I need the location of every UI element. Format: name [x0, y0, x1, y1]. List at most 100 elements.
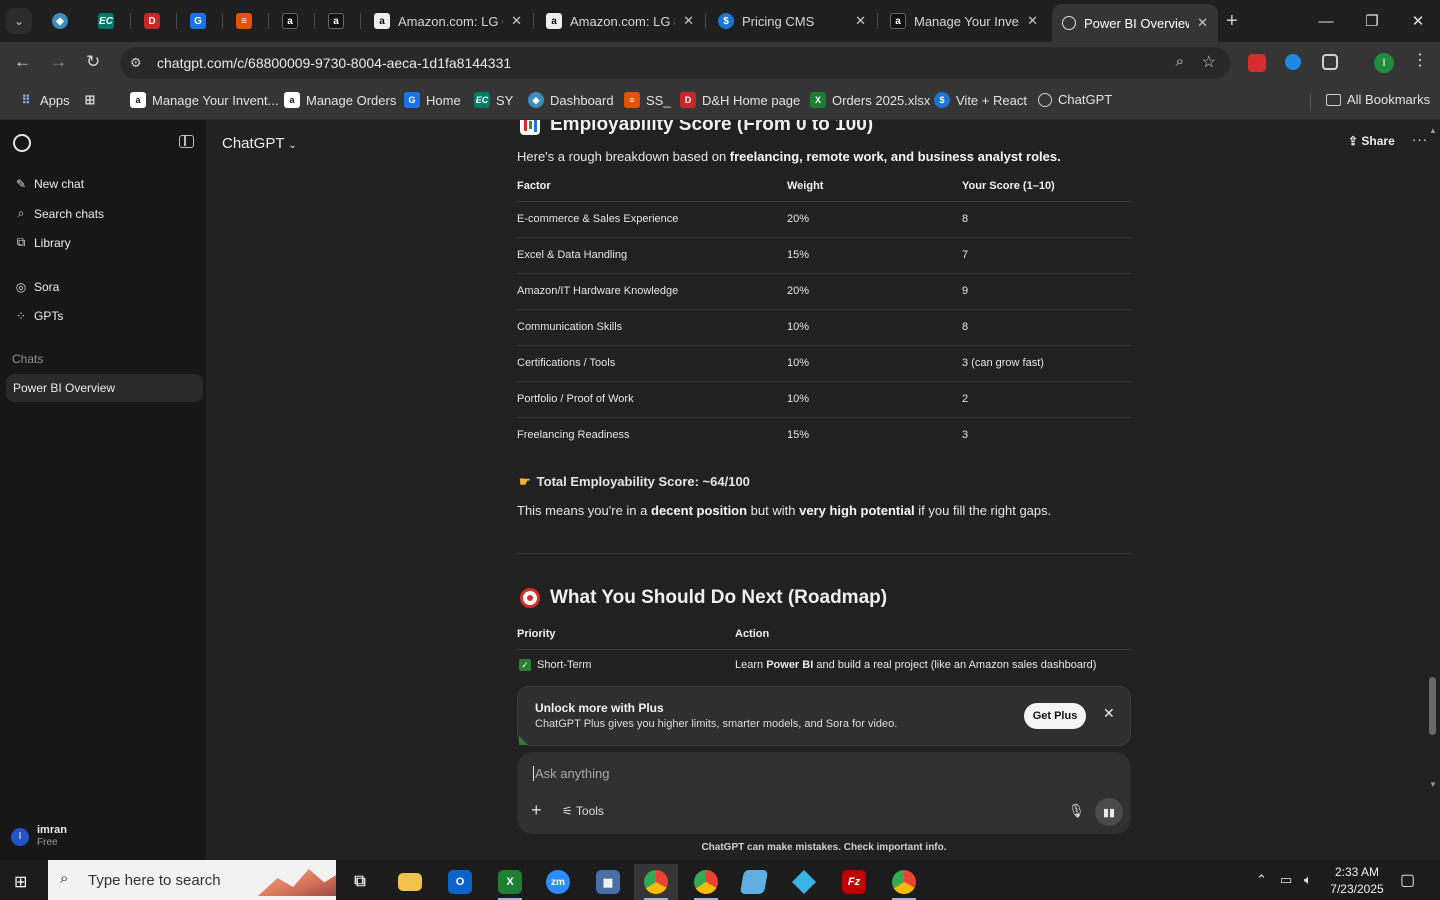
bookmark-apps[interactable]: ⠿ Apps [18, 92, 70, 108]
minimize-icon[interactable]: — [1306, 8, 1346, 34]
restore-icon[interactable]: ❐ [1352, 8, 1392, 34]
address-bar[interactable]: ⚙ chatgpt.com/c/68800009-9730-8004-aeca-… [120, 47, 1230, 79]
close-icon[interactable]: ✕ [1027, 13, 1038, 29]
chrome-icon[interactable] [634, 864, 678, 900]
pinned-tab[interactable]: G [186, 9, 210, 33]
browser-tab-active[interactable]: Power BI Overview ✕ [1052, 4, 1218, 42]
pinned-tab[interactable]: EC [94, 9, 118, 33]
bookmark-item[interactable]: a Manage Your Invent... [130, 92, 278, 108]
share-button[interactable]: ⇪ Share [1348, 134, 1395, 148]
scrollbar-thumb[interactable] [1429, 677, 1436, 735]
pinned-tab[interactable]: a [324, 9, 348, 33]
reload-icon[interactable]: ↻ [86, 52, 100, 72]
taskbar-search[interactable]: ⌕ Type here to search [48, 860, 336, 900]
menu-kebab-icon[interactable]: ⋮ [1412, 50, 1428, 69]
table-cell: 8 [962, 201, 1131, 238]
url-text[interactable]: chatgpt.com/c/68800009-9730-8004-aeca-1d… [157, 55, 511, 71]
browser-tab[interactable]: a Amazon.com: LG C ✕ [364, 6, 532, 36]
microphone-icon[interactable]: 🎙︎ [1068, 803, 1085, 819]
outlook-icon[interactable]: O [438, 864, 482, 900]
close-icon[interactable]: ✕ [511, 13, 522, 29]
get-plus-button[interactable]: Get Plus [1024, 703, 1086, 729]
column-header: Priority [517, 619, 735, 650]
filezilla-icon[interactable]: Fz [832, 864, 876, 900]
close-icon[interactable]: ✕ [1197, 15, 1208, 31]
sidebar-item-sora[interactable]: ◎ Sora [14, 280, 60, 294]
more-options-icon[interactable]: ··· [1412, 132, 1428, 147]
upgrade-banner: Unlock more with Plus ChatGPT Plus gives… [517, 686, 1131, 746]
bookmark-item[interactable]: a Manage Orders [284, 92, 396, 108]
pinned-tab[interactable]: ◆ [48, 9, 72, 33]
sidebar-toggle-icon[interactable] [179, 135, 194, 148]
chrome-profile-icon[interactable] [684, 864, 728, 900]
table-cell: 7 [962, 237, 1131, 274]
apps-grid-icon: ⠿ [21, 93, 31, 107]
new-tab-plus-icon[interactable]: + [1226, 10, 1238, 33]
network-icon[interactable]: ▭ [1280, 872, 1292, 888]
close-icon[interactable]: ✕ [1103, 705, 1115, 722]
bookmark-star-icon[interactable]: ☆ [1202, 52, 1216, 72]
bookmark-item[interactable]: D D&H Home page [680, 92, 800, 108]
volume-icon[interactable]: 🔈︎ [1304, 872, 1312, 888]
taskbar-clock[interactable]: 2:33 AM 7/23/2025 [1326, 864, 1388, 898]
vscode-icon[interactable] [782, 864, 826, 900]
text: This means you're in a [517, 503, 651, 518]
window-close-icon[interactable]: ✕ [1398, 8, 1438, 34]
browser-tab[interactable]: $ Pricing CMS ✕ [708, 6, 876, 36]
zoom-icon[interactable]: ⌕ [1176, 53, 1184, 70]
roadmap-table: Priority Action ✓ Short-Term Learn Power … [517, 619, 1131, 681]
all-bookmarks[interactable]: All Bookmarks [1326, 92, 1430, 107]
windows-start-icon[interactable]: ⊞ [14, 872, 27, 892]
task-view-icon[interactable]: ⧉ [338, 864, 382, 900]
prompt-input[interactable]: Ask anything [533, 766, 609, 781]
voice-mode-icon[interactable]: ▮▮ [1095, 798, 1123, 826]
bookmark-tab-groups[interactable]: ⊞ [82, 92, 104, 108]
gpts-icon: ⁘ [15, 309, 27, 323]
extension-blue-icon[interactable] [1285, 54, 1301, 70]
extension-red-icon[interactable] [1248, 54, 1266, 72]
chat-history-item[interactable]: Power BI Overview [6, 374, 203, 402]
user-menu[interactable]: I imran Free [11, 824, 67, 849]
stack-icon: ≡ [624, 92, 640, 108]
scroll-down-arrow-icon[interactable]: ▼ [1429, 780, 1437, 789]
pinned-tab[interactable]: ≡ [232, 9, 256, 33]
browser-tab[interactable]: a Manage Your Inver ✕ [880, 6, 1048, 36]
add-attachment-icon[interactable]: + [531, 800, 542, 821]
calculator-icon[interactable]: ▦ [586, 864, 630, 900]
back-arrow-icon[interactable]: ← [14, 52, 31, 72]
site-settings-icon[interactable]: ⚙ [130, 55, 146, 71]
chrome-alt-icon[interactable] [882, 864, 926, 900]
tray-chevron-up-icon[interactable]: ⌃ [1256, 872, 1267, 888]
tools-button[interactable]: ⚟ Tools [562, 804, 604, 818]
bookmark-item[interactable]: G Home [404, 92, 461, 108]
notepad-icon[interactable] [732, 864, 776, 900]
bookmark-item[interactable]: ChatGPT [1038, 92, 1112, 107]
sidebar-item-gpts[interactable]: ⁘ GPTs [14, 309, 63, 323]
model-selector[interactable]: ChatGPT ⌄ [222, 135, 297, 152]
excel-icon[interactable]: X [488, 864, 532, 900]
notifications-icon[interactable]: ▢ [1400, 870, 1415, 890]
bookmark-item[interactable]: X Orders 2025.xlsx [810, 92, 930, 108]
bookmark-item[interactable]: $ Vite + React [934, 92, 1027, 108]
sidebar-item-new-chat[interactable]: ✎ New chat [14, 177, 84, 191]
library-icon: ⧉ [16, 235, 26, 249]
sidebar-item-library[interactable]: ⧉ Library [14, 235, 71, 250]
chatgpt-logo-icon[interactable] [13, 134, 31, 152]
browser-tab[interactable]: a Amazon.com: LG 8 ✕ [536, 6, 704, 36]
extensions-puzzle-icon[interactable] [1322, 54, 1338, 70]
close-icon[interactable]: ✕ [855, 13, 866, 29]
file-explorer-icon[interactable] [388, 864, 432, 900]
bookmark-item[interactable]: EC SY [474, 92, 513, 108]
forward-arrow-icon[interactable]: → [50, 52, 67, 72]
pinned-tab[interactable]: D [140, 9, 164, 33]
tab-search-dropdown-icon[interactable]: ⌄ [6, 8, 32, 34]
pinned-tab[interactable]: a [278, 9, 302, 33]
table-cell: 3 (can grow fast) [962, 345, 1131, 382]
close-icon[interactable]: ✕ [683, 13, 694, 29]
bookmark-item[interactable]: ◆ Dashboard [528, 92, 614, 108]
profile-avatar[interactable]: I [1374, 53, 1394, 73]
sidebar-item-search-chats[interactable]: ⌕ Search chats [14, 206, 104, 221]
scroll-up-arrow-icon[interactable]: ▲ [1429, 126, 1437, 135]
zoom-app-icon[interactable]: zm [536, 864, 580, 900]
bookmark-item[interactable]: ≡ SS_ [624, 92, 671, 108]
